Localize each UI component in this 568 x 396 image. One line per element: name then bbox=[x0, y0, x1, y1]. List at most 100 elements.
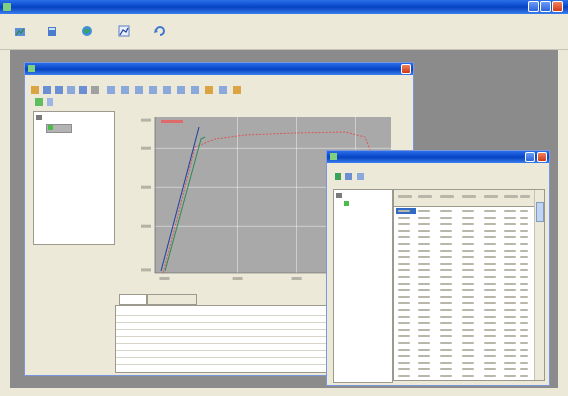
grid-cell[interactable] bbox=[504, 243, 516, 245]
toolbar-button[interactable] bbox=[6, 25, 34, 47]
toolbar-icon[interactable] bbox=[233, 86, 241, 94]
grid-cell[interactable] bbox=[484, 229, 496, 232]
grid-cell[interactable] bbox=[418, 342, 430, 344]
grid-cell[interactable] bbox=[398, 335, 410, 338]
grid-cell[interactable] bbox=[440, 210, 452, 212]
minimize-button[interactable] bbox=[528, 1, 539, 12]
grid-cell[interactable] bbox=[504, 322, 516, 325]
grid-cell[interactable] bbox=[504, 368, 516, 371]
grid-cell[interactable] bbox=[462, 282, 474, 285]
toolbar-icon[interactable] bbox=[177, 86, 185, 94]
grid-cell[interactable] bbox=[398, 342, 410, 344]
grid-cell[interactable] bbox=[484, 361, 496, 364]
grid-cell[interactable] bbox=[418, 289, 430, 292]
grid-cell[interactable] bbox=[484, 368, 496, 371]
grid-cell[interactable] bbox=[462, 295, 474, 298]
main-title-bar[interactable] bbox=[0, 0, 568, 14]
chart-window-close-button[interactable] bbox=[401, 64, 411, 74]
grid-cell[interactable] bbox=[462, 309, 474, 311]
table-window-close-button[interactable] bbox=[537, 152, 547, 162]
grid-cell[interactable] bbox=[504, 216, 516, 219]
grid-cell[interactable] bbox=[520, 223, 528, 226]
grid-cell[interactable] bbox=[504, 361, 516, 364]
grid-cell[interactable] bbox=[520, 236, 528, 239]
grid-cell[interactable] bbox=[484, 315, 496, 318]
grid-cell[interactable] bbox=[484, 210, 496, 212]
toolbar-icon[interactable] bbox=[35, 98, 43, 106]
grid-cell[interactable] bbox=[440, 256, 452, 259]
grid-cell[interactable] bbox=[504, 236, 516, 239]
grid-cell[interactable] bbox=[520, 322, 528, 325]
toolbar-icon[interactable] bbox=[149, 86, 157, 94]
grid-cell[interactable] bbox=[440, 269, 452, 272]
grid-cell[interactable] bbox=[484, 348, 496, 351]
grid-cell[interactable] bbox=[418, 348, 430, 351]
grid-cell[interactable] bbox=[398, 328, 410, 331]
grid-cell[interactable] bbox=[418, 355, 430, 358]
grid-cell[interactable] bbox=[484, 302, 496, 305]
grid-cell[interactable] bbox=[520, 348, 528, 351]
grid-cell[interactable] bbox=[462, 289, 474, 292]
grid-cell[interactable] bbox=[484, 282, 496, 285]
grid-cell[interactable] bbox=[440, 302, 452, 305]
grid-cell[interactable] bbox=[484, 342, 496, 344]
grid-cell[interactable] bbox=[398, 361, 410, 364]
grid-cell[interactable] bbox=[504, 229, 516, 232]
grid-cell[interactable] bbox=[462, 361, 474, 364]
grid-cell[interactable] bbox=[398, 243, 410, 245]
grid-cell[interactable] bbox=[462, 229, 474, 232]
toolbar-icon[interactable] bbox=[163, 86, 171, 94]
toolbar-icon[interactable] bbox=[107, 86, 115, 94]
grid-cell[interactable] bbox=[520, 375, 528, 377]
grid-cell[interactable] bbox=[520, 276, 528, 278]
grid-cell[interactable] bbox=[504, 375, 516, 377]
toolbar-button[interactable] bbox=[110, 25, 138, 47]
data-grid[interactable] bbox=[393, 189, 545, 381]
grid-cell[interactable] bbox=[440, 289, 452, 292]
grid-cell[interactable] bbox=[462, 216, 474, 219]
grid-cell[interactable] bbox=[398, 295, 410, 298]
grid-column-header[interactable] bbox=[484, 195, 498, 198]
grid-cell[interactable] bbox=[520, 355, 528, 358]
grid-cell[interactable] bbox=[440, 243, 452, 245]
grid-cell[interactable] bbox=[484, 335, 496, 338]
grid-cell[interactable] bbox=[418, 229, 430, 232]
toolbar-button[interactable] bbox=[148, 25, 172, 47]
grid-cell[interactable] bbox=[504, 262, 516, 265]
toolbar-icon[interactable] bbox=[345, 173, 352, 180]
toolbar-icon[interactable] bbox=[135, 86, 143, 94]
grid-cell[interactable] bbox=[462, 276, 474, 278]
grid-cell[interactable] bbox=[398, 216, 410, 219]
grid-cell[interactable] bbox=[520, 216, 528, 219]
grid-cell[interactable] bbox=[462, 375, 474, 377]
grid-cell[interactable] bbox=[440, 229, 452, 232]
grid-cell[interactable] bbox=[398, 282, 410, 285]
grid-cell[interactable] bbox=[462, 269, 474, 272]
grid-vertical-scrollbar[interactable] bbox=[534, 190, 544, 380]
toolbar-icon[interactable] bbox=[43, 86, 51, 94]
grid-cell[interactable] bbox=[462, 342, 474, 344]
grid-cell[interactable] bbox=[484, 276, 496, 278]
grid-cell[interactable] bbox=[520, 256, 528, 259]
grid-cell[interactable] bbox=[462, 315, 474, 318]
grid-cell[interactable] bbox=[520, 368, 528, 371]
grid-cell[interactable] bbox=[440, 249, 452, 252]
grid-cell[interactable] bbox=[418, 236, 430, 239]
grid-cell[interactable] bbox=[484, 309, 496, 311]
grid-cell[interactable] bbox=[440, 348, 452, 351]
grid-column-header[interactable] bbox=[520, 195, 530, 198]
grid-cell[interactable] bbox=[440, 355, 452, 358]
toolbar-icon[interactable] bbox=[357, 173, 364, 180]
grid-cell[interactable] bbox=[520, 229, 528, 232]
grid-column-header[interactable] bbox=[398, 195, 412, 198]
grid-cell[interactable] bbox=[398, 223, 410, 226]
toolbar-icon[interactable] bbox=[67, 86, 75, 94]
grid-cell[interactable] bbox=[504, 355, 516, 358]
grid-cell[interactable] bbox=[462, 256, 474, 259]
grid-cell[interactable] bbox=[520, 309, 528, 311]
table-window-title-bar[interactable] bbox=[327, 151, 549, 163]
grid-cell[interactable] bbox=[484, 216, 496, 219]
grid-cell[interactable] bbox=[462, 210, 474, 212]
grid-cell[interactable] bbox=[398, 256, 410, 259]
grid-cell[interactable] bbox=[440, 315, 452, 318]
